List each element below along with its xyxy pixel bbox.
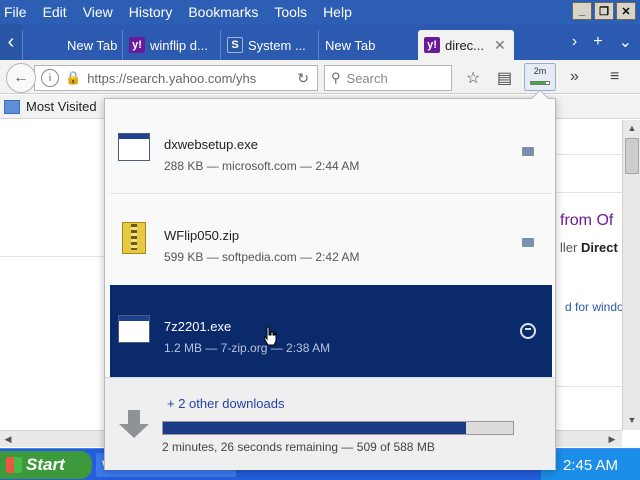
clock[interactable]: 2:45 AM [563, 457, 618, 474]
close-tab-icon[interactable]: ✕ [494, 37, 506, 54]
result-snippet-bold: Direct [580, 240, 618, 255]
download-item[interactable]: WFlip050.zip 599 KB — softpedia.com — 2:… [110, 194, 552, 286]
tab-label: winflip d... [150, 37, 208, 53]
tab-new-tab-1[interactable]: New Tab [22, 30, 122, 60]
divider [0, 256, 108, 257]
menu-edit[interactable]: Edit [43, 4, 67, 20]
downloads-button[interactable]: 2m [524, 63, 556, 91]
open-folder-icon[interactable] [522, 238, 534, 247]
tab-label: direc... [445, 37, 485, 53]
most-visited-link[interactable]: Most Visited [26, 99, 97, 114]
exe-file-icon [118, 315, 150, 343]
yahoo-icon: y! [424, 37, 440, 53]
download-progress-mini [530, 81, 550, 85]
vertical-scrollbar[interactable]: ▲ ▼ [622, 120, 640, 430]
restore-icon[interactable]: ❐ [594, 2, 614, 20]
tab-system[interactable]: S System ... [220, 30, 318, 60]
download-filename: dxwebsetup.exe [164, 137, 258, 152]
divider [556, 192, 622, 193]
chevron-down-icon[interactable]: ⌄ [619, 32, 632, 52]
scroll-up-icon[interactable]: ▲ [623, 120, 640, 136]
tab-label: New Tab [67, 37, 118, 53]
menu-bookmarks[interactable]: Bookmarks [188, 4, 258, 20]
tab-strip: ‹ New Tab y! winflip d... S System ... N… [0, 24, 640, 60]
windows-logo-icon [6, 457, 22, 473]
bookmark-folder-icon [4, 99, 20, 114]
nav-bar: i 🔒 https://search.yahoo.com/yhs ↻ ← ⚲ S… [0, 60, 640, 94]
reading-list-icon[interactable]: ▤ [497, 68, 512, 88]
menu-tools[interactable]: Tools [274, 4, 307, 20]
tab-tools: › + ⌄ [564, 24, 640, 60]
bookmark-star-icon[interactable]: ☆ [466, 68, 480, 88]
download-item[interactable]: dxwebsetup.exe 288 KB — microsoft.com — … [110, 103, 552, 195]
download-filename: WFlip050.zip [164, 228, 240, 243]
downloads-progress-fill [163, 422, 467, 434]
menu-bar: File Edit View History Bookmarks Tools H… [0, 0, 640, 24]
download-arrow-icon [119, 410, 149, 440]
scroll-down-icon[interactable]: ▼ [623, 412, 640, 428]
tab-label: System ... [248, 37, 306, 53]
download-filename: 7z2201.exe [164, 319, 232, 334]
info-icon[interactable]: i [41, 69, 59, 87]
close-icon[interactable]: ✕ [616, 2, 636, 20]
menu-file[interactable]: File [4, 4, 27, 20]
open-folder-icon[interactable] [522, 147, 534, 156]
result-link[interactable]: d for windov [565, 300, 630, 314]
tab-scroll-right-icon[interactable]: › [572, 33, 577, 51]
search-icon: ⚲ [331, 70, 341, 85]
back-button[interactable]: ← [6, 63, 36, 93]
lock-icon: 🔒 [65, 70, 82, 85]
back-arrow-icon: ← [13, 69, 29, 86]
window-controls: _ ❐ ✕ [572, 2, 636, 20]
retry-icon[interactable] [520, 323, 536, 339]
url-text[interactable]: https://search.yahoo.com/yhs [87, 71, 282, 86]
tab-direct-active[interactable]: y! direc... ✕ [418, 30, 514, 60]
url-bar[interactable]: i 🔒 https://search.yahoo.com/yhs ↻ [34, 65, 318, 91]
menu-history[interactable]: History [129, 4, 173, 20]
exe-file-icon [118, 133, 150, 161]
tab-winflip[interactable]: y! winflip d... [122, 30, 220, 60]
result-snippet: ller Direct [560, 240, 618, 255]
downloads-status: 2 minutes, 26 seconds remaining — 509 of… [162, 440, 435, 454]
hamburger-menu-icon[interactable]: ≡ [610, 68, 619, 86]
menu-help[interactable]: Help [323, 4, 352, 20]
result-snippet-prefix: ller [560, 240, 578, 255]
download-meta: 599 KB — softpedia.com — 2:42 AM [164, 250, 360, 264]
tab-scroll-left-icon[interactable]: ‹ [0, 24, 22, 60]
hand-cursor-icon [263, 326, 277, 346]
divider [556, 386, 622, 387]
overflow-chevron-icon[interactable]: » [570, 68, 579, 86]
download-time-label: 2m [533, 66, 547, 76]
downloads-progress-bar [162, 421, 514, 435]
zip-file-icon [118, 222, 150, 254]
search-input[interactable]: ⚲ Search [324, 65, 452, 91]
s-icon: S [227, 37, 243, 53]
other-downloads-link[interactable]: + 2 other downloads [167, 396, 284, 411]
download-item-selected[interactable]: 7z2201.exe 1.2 MB — 7-zip.org — 2:38 AM [110, 285, 552, 377]
menu-view[interactable]: View [83, 4, 113, 20]
scrollbar-thumb[interactable] [625, 138, 639, 174]
downloads-panel: dxwebsetup.exe 288 KB — microsoft.com — … [104, 89, 556, 470]
tab-label: New Tab [325, 37, 376, 53]
result-heading[interactable]: from Of [560, 212, 613, 230]
start-button[interactable]: Start [0, 451, 92, 479]
divider [556, 154, 622, 155]
download-meta: 1.2 MB — 7-zip.org — 2:38 AM [164, 341, 331, 355]
minimize-icon[interactable]: _ [572, 2, 592, 20]
scroll-left-icon[interactable]: ◀ [0, 431, 16, 447]
tab-new-tab-2[interactable]: New Tab [318, 30, 418, 60]
start-label: Start [26, 455, 65, 474]
reload-icon[interactable]: ↻ [297, 70, 309, 87]
search-placeholder: Search [346, 70, 388, 86]
download-meta: 288 KB — microsoft.com — 2:44 AM [164, 159, 360, 173]
downloads-summary[interactable]: + 2 other downloads 2 minutes, 26 second… [105, 377, 555, 470]
scroll-right-icon[interactable]: ▶ [604, 431, 620, 447]
yahoo-icon: y! [129, 37, 145, 53]
new-tab-plus-icon[interactable]: + [593, 33, 602, 51]
